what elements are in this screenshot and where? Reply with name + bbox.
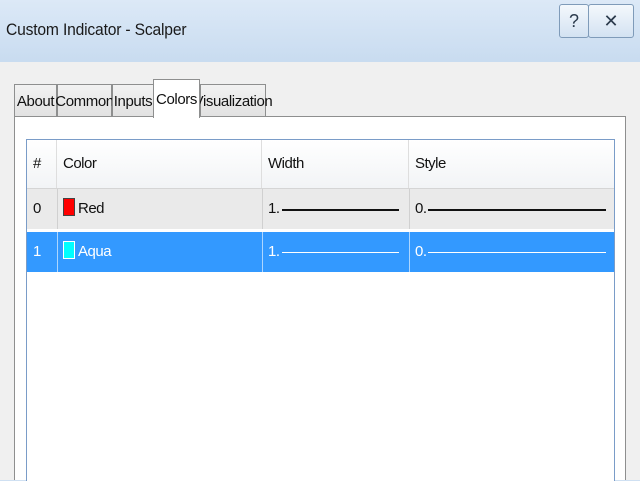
- list-header: # Color Width Style: [27, 140, 614, 189]
- close-button[interactable]: ✕: [588, 4, 634, 38]
- table-row[interactable]: 0 Red 1. 0.: [27, 189, 614, 229]
- colors-list[interactable]: # Color Width Style 0 Red 1. 0. 1 Aqua 1…: [26, 139, 615, 481]
- tab-inputs[interactable]: Inputs: [112, 84, 154, 117]
- style-value: 0.: [415, 200, 427, 217]
- row-index: 0: [33, 200, 41, 217]
- width-line-preview: [282, 209, 399, 211]
- width-value: 1.: [268, 243, 280, 260]
- style-value: 0.: [415, 243, 427, 260]
- tab-about[interactable]: About: [14, 84, 57, 117]
- color-name: Aqua: [78, 243, 112, 260]
- title-bar[interactable]: Custom Indicator - Scalper ? ✕: [0, 0, 640, 62]
- dialog-client-area: About Common Inputs Colors Visualization…: [0, 62, 640, 481]
- row-index: 1: [33, 243, 41, 260]
- style-line-preview: [428, 252, 606, 253]
- window-title: Custom Indicator - Scalper: [6, 20, 187, 39]
- color-swatch: [63, 241, 75, 260]
- tab-colors[interactable]: Colors: [153, 79, 200, 118]
- color-cell[interactable]: Red: [57, 189, 262, 229]
- column-header-width[interactable]: Width: [262, 140, 409, 188]
- close-icon: ✕: [603, 10, 619, 31]
- help-button[interactable]: ?: [559, 4, 589, 38]
- color-swatch: [63, 198, 75, 217]
- style-line-preview: [428, 209, 606, 211]
- table-row-selected[interactable]: 1 Aqua 1. 0.: [27, 232, 614, 272]
- width-value: 1.: [268, 200, 280, 217]
- width-line-preview: [282, 252, 399, 253]
- tab-common[interactable]: Common: [55, 84, 114, 117]
- colors-tab-panel: # Color Width Style 0 Red 1. 0. 1 Aqua 1…: [14, 116, 626, 481]
- column-header-index[interactable]: #: [27, 140, 57, 188]
- color-name: Red: [78, 200, 105, 217]
- help-icon: ?: [568, 10, 579, 31]
- dialog-window: Custom Indicator - Scalper ? ✕ About Com…: [0, 0, 640, 481]
- column-header-color[interactable]: Color: [57, 140, 262, 188]
- tab-visualization[interactable]: Visualization: [194, 84, 273, 117]
- color-cell[interactable]: Aqua: [57, 232, 262, 272]
- column-header-style[interactable]: Style: [409, 140, 614, 188]
